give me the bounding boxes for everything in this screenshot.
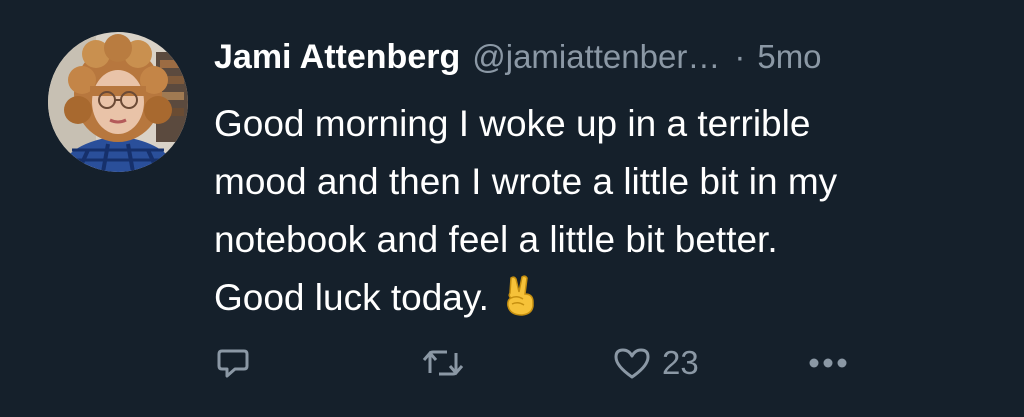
tweet-actions: 23 [0,338,1024,388]
tweet-text: Good morning I woke up in a terrible moo… [214,95,1004,333]
tweet-card[interactable]: Jami Attenberg @jamiattenber… · 5mo Good… [0,0,1024,417]
author-name[interactable]: Jami Attenberg [214,38,460,77]
like-button[interactable]: 23 [612,338,699,388]
avatar[interactable] [48,32,188,172]
author-handle[interactable]: @jamiattenber… [472,38,720,76]
timestamp[interactable]: 5mo [757,38,821,76]
reply-button[interactable] [215,338,251,388]
more-icon [806,353,850,373]
separator-dot: · [734,38,746,75]
victory-hand-emoji [503,274,537,333]
tweet-text-line: Good luck today. [214,277,489,318]
retweet-button[interactable] [421,338,465,388]
heart-icon [612,345,652,381]
tweet-header: Jami Attenberg @jamiattenber… · 5mo [214,38,822,82]
tweet-text-line: mood and then I wrote a little bit in my [214,161,838,202]
retweet-icon [421,345,465,381]
tweet-text-line-last: Good luck today. [214,269,1004,333]
like-count: 23 [662,344,699,381]
tweet-text-line: Good morning I woke up in a terrible [214,103,811,144]
more-button[interactable] [806,338,850,388]
reply-icon [215,345,251,381]
tweet-text-line: notebook and feel a little bit better. [214,219,778,260]
